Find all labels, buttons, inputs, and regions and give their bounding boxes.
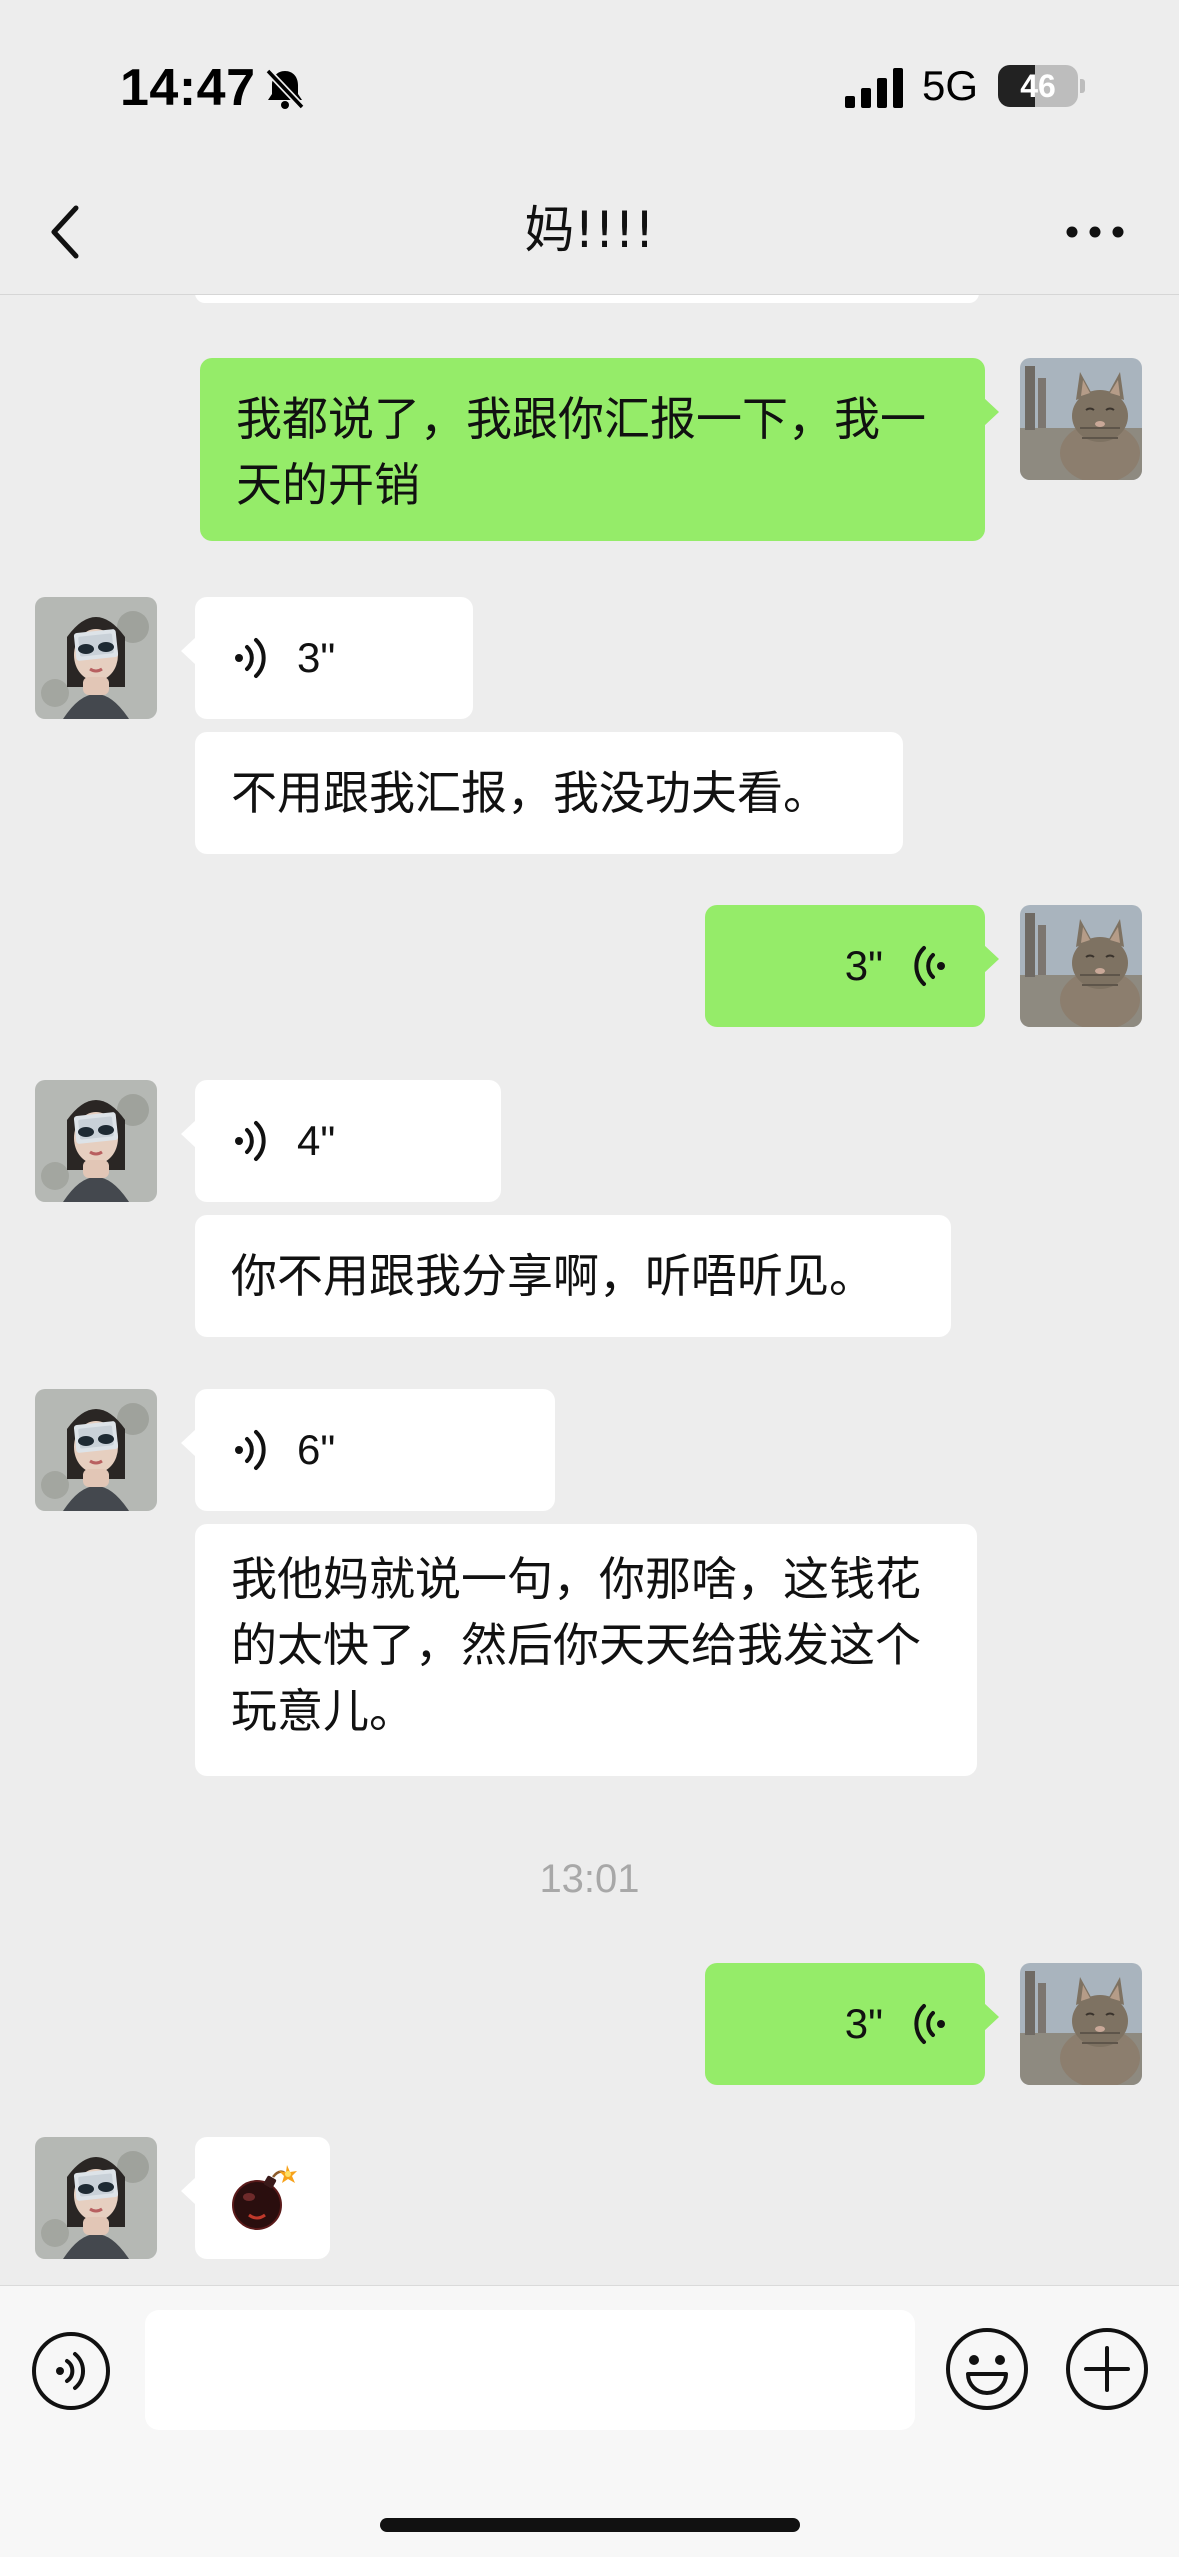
- transcript-text: 你不用跟我分享啊，听唔听见。: [231, 1249, 875, 1303]
- previous-message-bubble[interactable]: [195, 295, 979, 303]
- voice-transcript[interactable]: 不用跟我汇报，我没功夫看。: [195, 732, 903, 854]
- contact-avatar[interactable]: [35, 1080, 157, 1202]
- status-bar: 14:47 5G 46: [0, 0, 1179, 170]
- voice-message-outgoing[interactable]: 3": [705, 905, 999, 1027]
- sticker-message-incoming[interactable]: [181, 2137, 330, 2259]
- voice-wave-icon: [231, 1428, 275, 1472]
- chat-area[interactable]: 我都说了，我跟你汇报一下，我一天的开销 3" 不用跟我汇报，我没功夫看。 3" …: [0, 295, 1179, 2285]
- message-bubble-outgoing[interactable]: 我都说了，我跟你汇报一下，我一天的开销: [200, 358, 999, 541]
- message-input[interactable]: [145, 2310, 915, 2430]
- emoji-icon[interactable]: [944, 2326, 1030, 2412]
- signal-icon: [845, 68, 903, 108]
- voice-duration: 3": [844, 942, 883, 989]
- message-timestamp: 13:01: [539, 1857, 640, 1901]
- voice-duration: 6": [297, 1426, 336, 1473]
- voice-message-incoming[interactable]: 6": [181, 1389, 555, 1511]
- contact-avatar[interactable]: [35, 2137, 157, 2259]
- voice-wave-icon: [231, 636, 275, 680]
- transcript-text: 我他妈就说一句，你那啥，这钱花的太快了，然后你天天给我发这个玩意儿。: [231, 1552, 921, 1738]
- voice-toggle-icon[interactable]: [30, 2330, 112, 2412]
- network-type: 5G: [922, 62, 979, 109]
- battery-icon: 46: [998, 65, 1078, 107]
- more-icon[interactable]: [1060, 212, 1130, 252]
- bomb-emoji-icon: [232, 2165, 297, 2230]
- voice-duration: 4": [297, 1117, 336, 1164]
- battery-tip: [1080, 79, 1085, 93]
- my-avatar[interactable]: [1020, 905, 1142, 1027]
- voice-wave-icon: [905, 2002, 949, 2046]
- voice-duration: 3": [297, 634, 336, 681]
- plus-icon[interactable]: [1064, 2326, 1150, 2412]
- bell-slash-icon: [265, 68, 305, 110]
- message-text: 我都说了，我跟你汇报一下，我一天的开销: [236, 392, 926, 512]
- contact-avatar[interactable]: [35, 1389, 157, 1511]
- voice-wave-icon: [231, 1119, 275, 1163]
- voice-message-outgoing[interactable]: 3": [705, 1963, 999, 2085]
- voice-transcript[interactable]: 我他妈就说一句，你那啥，这钱花的太快了，然后你天天给我发这个玩意儿。: [195, 1524, 977, 1776]
- voice-message-incoming[interactable]: 3": [181, 597, 473, 719]
- home-indicator: [380, 2518, 800, 2532]
- my-avatar[interactable]: [1020, 358, 1142, 480]
- contact-avatar[interactable]: [35, 597, 157, 719]
- nav-bar: 妈!!!!: [0, 170, 1179, 295]
- voice-transcript[interactable]: 你不用跟我分享啊，听唔听见。: [195, 1215, 951, 1337]
- status-time: 14:47: [120, 59, 256, 117]
- input-bar: [0, 2285, 1179, 2557]
- voice-wave-icon: [905, 944, 949, 988]
- my-avatar[interactable]: [1020, 1963, 1142, 2085]
- voice-duration: 3": [844, 2000, 883, 2047]
- transcript-text: 不用跟我汇报，我没功夫看。: [231, 766, 829, 820]
- chat-title: 妈!!!!: [524, 201, 655, 259]
- battery-level: 46: [1020, 68, 1056, 104]
- voice-message-incoming[interactable]: 4": [181, 1080, 501, 1202]
